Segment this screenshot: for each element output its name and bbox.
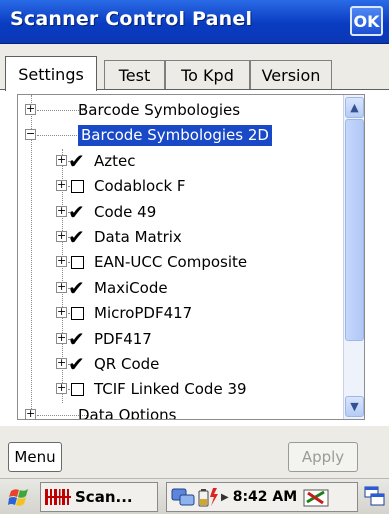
tree-item[interactable]: + ✔ PDF417 (18, 327, 348, 352)
tree-item-label: QR Code (94, 355, 160, 373)
expand-icon[interactable]: + (56, 306, 67, 319)
tree-item-label: PDF417 (94, 329, 152, 348)
tree-item-label: Barcode Symbologies 2D (78, 125, 272, 147)
tree-item[interactable]: + ✔ Code 49 (18, 200, 348, 225)
barcode-icon (45, 489, 71, 505)
tree-item[interactable]: + TCIF Linked Code 39 (18, 377, 348, 402)
window-switch-icon[interactable] (363, 484, 387, 508)
tree-item[interactable]: + ✔ Aztec (18, 149, 348, 174)
taskbar: Scan... ▶ 8:42 AM (0, 478, 389, 514)
tree-item-label: Code 49 (94, 202, 157, 221)
tree-item[interactable]: + ✔ MaxiCode (18, 276, 348, 301)
checkmark-icon[interactable]: ✔ (68, 227, 85, 247)
task-scanner-button[interactable]: Scan... (40, 482, 158, 512)
settings-panel: + Data Options + TCIF Linked Code 39 + ✔ QR Co… (0, 89, 389, 426)
checkmark-icon[interactable]: ✔ (68, 278, 85, 298)
expand-icon[interactable]: + (56, 205, 67, 217)
tree-item-label: MaxiCode (94, 278, 168, 297)
clock[interactable]: 8:42 AM (233, 489, 297, 505)
task-label: Scan... (75, 488, 133, 506)
scroll-down-icon[interactable]: ▼ (345, 396, 364, 417)
tree-item-label: TCIF Linked Code 39 (94, 380, 247, 399)
expand-icon[interactable]: + (25, 103, 36, 115)
apply-button[interactable]: Apply (288, 442, 358, 472)
ok-button[interactable]: OK (350, 6, 383, 36)
tab-settings[interactable]: Settings (5, 56, 97, 93)
checkbox-unchecked[interactable] (71, 383, 84, 397)
checkmark-icon[interactable]: ✔ (68, 354, 85, 374)
tab-version[interactable]: Version (250, 60, 332, 90)
window-title: Scanner Control Panel (10, 8, 253, 30)
tab-test[interactable]: Test (104, 60, 165, 90)
vertical-scrollbar[interactable]: ▲ ▼ (343, 95, 364, 419)
tree-item[interactable]: + ✔ QR Code (18, 352, 348, 377)
tree-item[interactable]: − Barcode Symbologies 2D (18, 123, 348, 148)
connectivity-icon[interactable] (171, 486, 197, 508)
expand-icon[interactable]: + (56, 230, 67, 242)
checkmark-icon[interactable]: ✔ (68, 202, 85, 222)
expand-icon[interactable]: + (56, 281, 67, 293)
tree-item[interactable]: + EAN-UCC Composite (18, 250, 348, 275)
checkmark-icon[interactable]: ✔ (68, 329, 85, 349)
tree-item[interactable]: + Codablock F (18, 174, 348, 199)
expand-icon[interactable]: + (56, 179, 67, 192)
system-tray: ▶ 8:42 AM (166, 482, 358, 512)
expand-icon[interactable]: + (56, 357, 67, 369)
checkmark-icon[interactable]: ✔ (68, 151, 85, 171)
battery-charging-icon[interactable] (197, 486, 219, 508)
tree-item-label: Data Matrix (94, 228, 182, 246)
scroll-up-icon[interactable]: ▲ (345, 97, 364, 118)
title-bar: Scanner Control Panel OK (0, 0, 389, 44)
tree-item[interactable]: + Data Options (18, 403, 348, 420)
tree-item-label: Codablock F (94, 177, 186, 196)
menu-button[interactable]: Menu (8, 442, 62, 472)
checkbox-unchecked[interactable] (71, 180, 84, 194)
checkbox-unchecked[interactable] (71, 256, 84, 270)
collapse-icon[interactable]: − (25, 128, 36, 141)
tree-item-label: Aztec (94, 151, 136, 170)
expand-icon[interactable]: + (25, 408, 36, 419)
input-panel-icon[interactable] (303, 485, 329, 509)
checkbox-unchecked[interactable] (71, 307, 84, 321)
tree-item-label: MicroPDF417 (94, 304, 193, 323)
tree-item-label: Barcode Symbologies (78, 101, 241, 119)
tree-item-label: EAN-UCC Composite (94, 253, 248, 272)
tab-to-kpd[interactable]: To Kpd (165, 60, 250, 90)
expand-icon[interactable]: + (56, 255, 67, 268)
expand-icon[interactable]: + (56, 154, 67, 166)
tray-arrow-icon[interactable]: ▶ (221, 492, 229, 503)
tree-item[interactable]: + MicroPDF417 (18, 301, 348, 326)
tree-item[interactable]: + ✔ Data Matrix (18, 225, 348, 250)
windows-start-icon[interactable] (8, 485, 34, 509)
scroll-thumb[interactable] (345, 119, 364, 341)
symbology-tree[interactable]: + Data Options + TCIF Linked Code 39 + ✔ QR Co… (17, 94, 365, 420)
tree-item[interactable]: + Barcode Symbologies (18, 98, 348, 123)
expand-icon[interactable]: + (56, 332, 67, 344)
expand-icon[interactable]: + (56, 382, 67, 395)
tab-strip: Settings Test To Kpd Version (0, 56, 389, 93)
tree-item-label: Data Options (78, 405, 177, 420)
